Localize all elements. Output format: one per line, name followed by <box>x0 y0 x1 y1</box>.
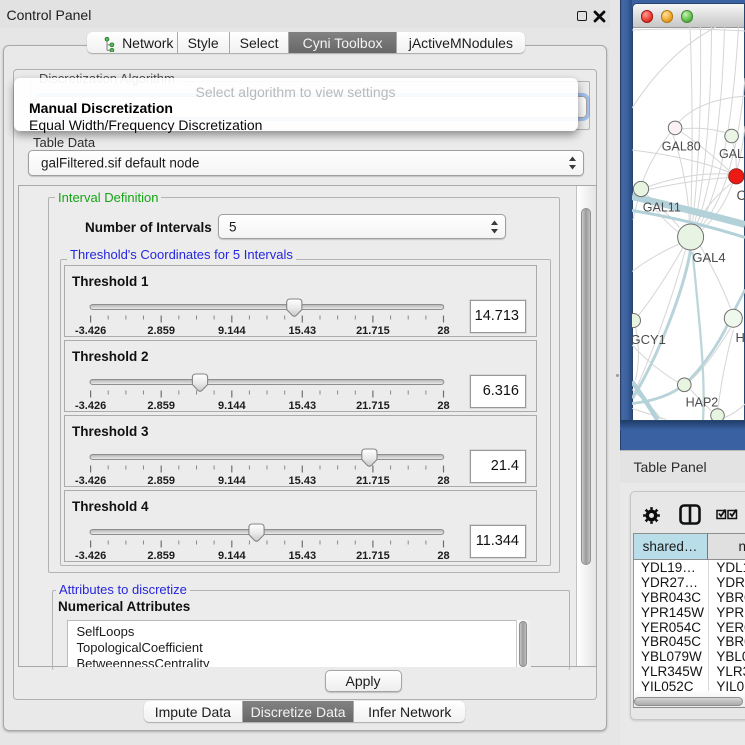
svg-text:GAL: GAL <box>719 147 744 161</box>
svg-text:C: C <box>737 188 745 203</box>
svg-text:GAL11: GAL11 <box>643 201 681 215</box>
svg-text:HAP2: HAP2 <box>686 396 719 410</box>
svg-text:GAL4: GAL4 <box>692 250 725 265</box>
svg-text:GCY1: GCY1 <box>632 332 666 347</box>
svg-text:H: H <box>736 330 745 345</box>
svg-text:GAL80: GAL80 <box>662 140 701 154</box>
